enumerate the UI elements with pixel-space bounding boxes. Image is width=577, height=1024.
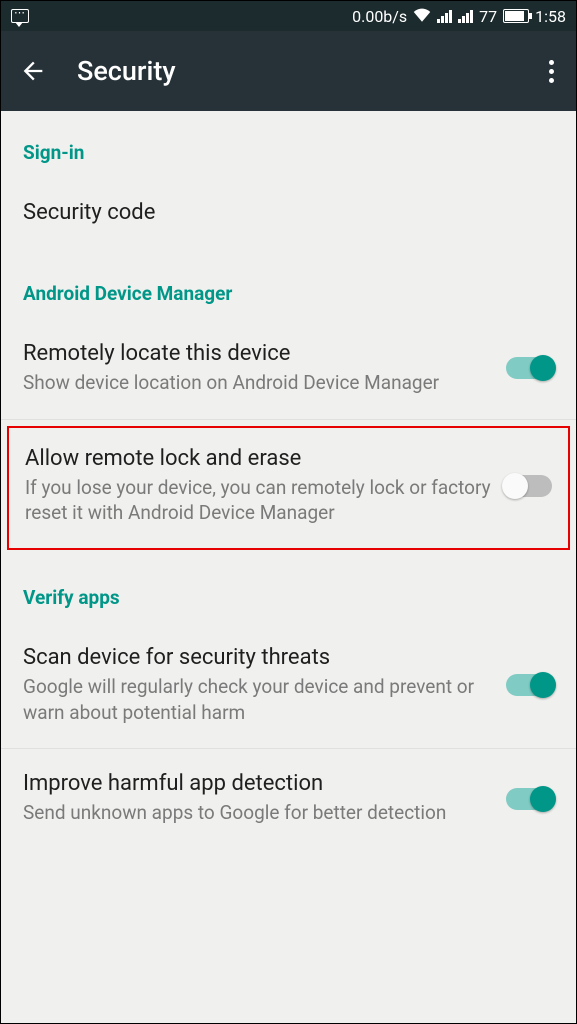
remote-lock-erase-row[interactable]: Allow remote lock and erase If you lose … (7, 426, 570, 550)
remote-lock-erase-title: Allow remote lock and erase (25, 446, 492, 471)
remotely-locate-sub: Show device location on Android Device M… (23, 370, 494, 396)
signal-icon (437, 9, 452, 23)
improve-detection-row[interactable]: Improve harmful app detection Send unkno… (1, 749, 576, 849)
overflow-menu-icon[interactable] (545, 56, 558, 87)
status-bar: 0.00b/s 77 1:58 (1, 1, 576, 31)
section-signin: Sign-in (1, 111, 576, 178)
improve-detection-switch[interactable] (506, 788, 554, 810)
scan-threats-sub: Google will regularly check your device … (23, 674, 494, 725)
scan-threats-row[interactable]: Scan device for security threats Google … (1, 623, 576, 748)
remotely-locate-switch[interactable] (506, 357, 554, 379)
battery-pct: 77 (479, 7, 497, 26)
section-adm: Android Device Manager (1, 252, 576, 319)
security-code-row[interactable]: Security code (1, 178, 576, 252)
remote-lock-erase-sub: If you lose your device, you can remotel… (25, 475, 492, 526)
app-bar: Security (1, 31, 576, 111)
battery-icon (503, 9, 529, 23)
security-code-title: Security code (23, 200, 542, 225)
settings-list: Sign-in Security code Android Device Man… (1, 111, 576, 849)
scan-threats-title: Scan device for security threats (23, 645, 494, 670)
messages-icon (11, 9, 29, 23)
remotely-locate-title: Remotely locate this device (23, 341, 494, 366)
remote-lock-erase-switch[interactable] (504, 475, 552, 497)
scan-threats-switch[interactable] (506, 674, 554, 696)
divider (1, 419, 576, 420)
clock: 1:58 (535, 7, 566, 26)
improve-detection-sub: Send unknown apps to Google for better d… (23, 800, 494, 826)
section-verify: Verify apps (1, 556, 576, 623)
back-arrow-icon[interactable] (19, 57, 47, 85)
remotely-locate-row[interactable]: Remotely locate this device Show device … (1, 319, 576, 419)
improve-detection-title: Improve harmful app detection (23, 771, 494, 796)
signal-icon-2 (458, 9, 473, 23)
data-rate: 0.00b/s (352, 7, 407, 26)
page-title: Security (77, 55, 545, 87)
wifi-icon (413, 7, 431, 26)
